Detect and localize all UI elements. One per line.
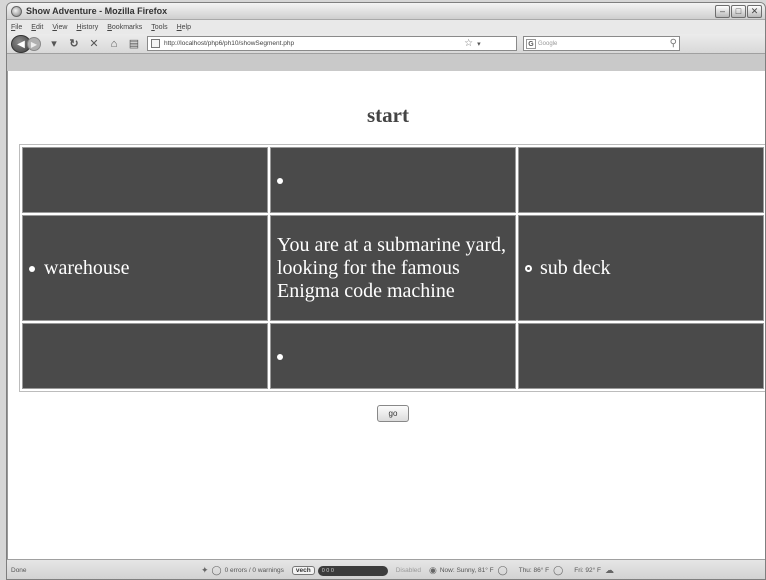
disabled-label: Disabled	[395, 567, 421, 574]
menu-file[interactable]: File	[11, 24, 22, 31]
close-button[interactable]: ✕	[747, 4, 762, 18]
page-title: start	[367, 103, 409, 127]
sun-icon: ◯	[497, 565, 508, 575]
vech-logo: vech	[291, 566, 315, 575]
error-count[interactable]: 0 errors / 0 warnings	[225, 567, 284, 574]
room-description: You are at a submarine yard, looking for…	[270, 215, 516, 321]
addon-icon[interactable]: ✦	[201, 565, 209, 576]
menu-bar: File Edit View History Bookmarks Tools H…	[7, 20, 765, 34]
cell-west: warehouse	[22, 215, 268, 321]
north-radio[interactable]	[277, 177, 283, 184]
address-bar[interactable]: http://localhost/php6/ph10/showSegment.p…	[147, 36, 517, 51]
menu-bookmarks[interactable]: Bookmarks	[107, 24, 142, 31]
status-addons: ✦ ◯ 0 errors / 0 warnings	[201, 565, 284, 576]
search-bar[interactable]: G Google ⚲	[523, 36, 680, 51]
menu-view[interactable]: View	[52, 24, 67, 31]
star-icon[interactable]: ☆	[464, 38, 473, 49]
cloud-icon: ☁	[605, 565, 615, 575]
cell-south	[270, 323, 516, 389]
cell-southeast	[518, 323, 764, 389]
east-label: sub deck	[540, 256, 611, 279]
status-bar: Done ✦ ◯ 0 errors / 0 warnings vech 0 0 …	[7, 559, 765, 579]
window-title: Show Adventure - Mozilla Firefox	[26, 6, 168, 16]
menu-help[interactable]: Help	[177, 24, 191, 31]
weather-fri: Fri: 92° F ☁	[574, 565, 617, 576]
url-text[interactable]: http://localhost/php6/ph10/showSegment.p…	[164, 40, 294, 47]
grid-row-top	[22, 147, 764, 213]
search-icon[interactable]: ⚲	[670, 38, 677, 49]
cell-southwest	[22, 323, 268, 389]
home-icon[interactable]: ⌂	[107, 37, 121, 51]
cell-east: sub deck	[518, 215, 764, 321]
reload-icon[interactable]: ↻	[67, 37, 81, 51]
grid-row-bottom	[22, 323, 764, 389]
cell-northeast	[518, 147, 764, 213]
west-radio[interactable]	[29, 265, 35, 272]
weather-now-text[interactable]: Now: Sunny, 81° F	[440, 567, 494, 574]
navigation-toolbar: ◀ ▶ ▾ ↻ ✕ ⌂ ▤ http://localhost/php6/ph10…	[7, 34, 765, 54]
room-grid: warehouse You are at a submarine yard, l…	[19, 144, 765, 392]
east-radio-selected[interactable]	[525, 265, 532, 273]
go-button[interactable]: go	[377, 405, 409, 422]
west-label: warehouse	[44, 256, 130, 279]
weather-thu-text[interactable]: Thu: 86° F	[519, 567, 549, 574]
bookmark-page-icon[interactable]: ▤	[127, 37, 141, 51]
history-dropdown-icon[interactable]: ▾	[47, 37, 61, 51]
menu-edit[interactable]: Edit	[31, 24, 43, 31]
minimize-button[interactable]: –	[715, 4, 730, 18]
cell-northwest	[22, 147, 268, 213]
firefox-icon	[11, 5, 22, 17]
maximize-button[interactable]: □	[731, 4, 746, 18]
url-dropdown-icon[interactable]: ▾	[477, 40, 481, 48]
page-icon	[151, 39, 160, 48]
vech-counter: 0 0 0	[317, 565, 388, 576]
grid-row-middle: warehouse You are at a submarine yard, l…	[22, 215, 764, 321]
forward-button[interactable]: ▶	[27, 36, 41, 51]
weather-thu: Thu: 86° F ◯	[519, 565, 567, 576]
stop-icon[interactable]: ✕	[87, 37, 101, 51]
page-content: start warehouse You are at a submarine y…	[7, 71, 765, 559]
title-bar: Show Adventure - Mozilla Firefox – □ ✕	[7, 3, 765, 20]
menu-history[interactable]: History	[76, 24, 98, 31]
weather-now: ◉ Now: Sunny, 81° F ◯	[429, 565, 511, 576]
menu-tools[interactable]: Tools	[151, 24, 167, 31]
window-controls: – □ ✕	[715, 4, 762, 18]
search-placeholder: Google	[538, 40, 558, 47]
south-radio[interactable]	[277, 353, 283, 360]
weather-fri-text[interactable]: Fri: 92° F	[574, 567, 601, 574]
error-console-icon[interactable]: ◯	[212, 565, 222, 576]
sun-icon-thu: ◯	[553, 565, 564, 575]
google-engine-icon[interactable]: G	[526, 38, 536, 49]
vech-widget[interactable]: vech 0 0 0	[291, 565, 388, 576]
status-text: Done	[11, 567, 27, 574]
weather-globe-icon: ◉	[429, 565, 437, 575]
cell-north	[270, 147, 516, 213]
browser-window: Show Adventure - Mozilla Firefox – □ ✕ F…	[6, 2, 766, 580]
